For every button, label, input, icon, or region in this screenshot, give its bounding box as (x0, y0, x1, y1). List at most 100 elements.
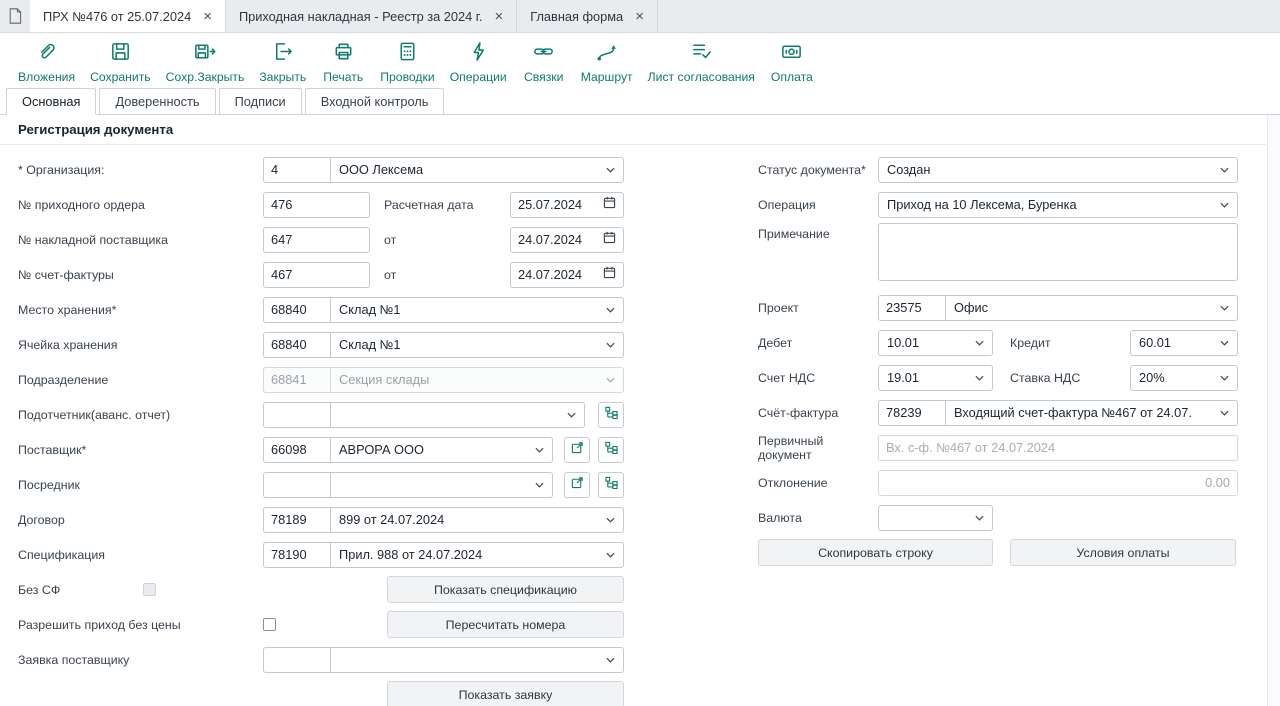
contract-value: 899 от 24.07.2024 (339, 512, 600, 527)
invoice-date-label: от (370, 268, 510, 282)
tab-power-of-attorney[interactable]: Доверенность (99, 88, 215, 114)
save-close-label: Сохр.Закрыть (166, 70, 245, 84)
operations-button[interactable]: Операции (450, 40, 507, 84)
contract-select[interactable]: 899 от 24.07.2024 (330, 507, 624, 533)
links-button[interactable]: Связки (522, 40, 566, 84)
intermediary-open-button[interactable] (564, 472, 590, 498)
project-code-input[interactable] (878, 295, 946, 321)
route-icon (595, 40, 618, 68)
order-no-input[interactable] (263, 192, 370, 218)
open-document-icon (571, 441, 584, 459)
chevron-down-icon (1220, 202, 1229, 208)
accountable-label: Подотчетник(аванс. отчет) (18, 408, 263, 422)
supplier-value: АВРОРА ООО (339, 442, 529, 457)
payment-button[interactable]: Оплата (770, 40, 814, 84)
supplier-tree-button[interactable] (598, 437, 624, 463)
accountable-code-input[interactable] (263, 402, 331, 428)
specification-select[interactable]: Прил. 988 от 24.07.2024 (330, 542, 624, 568)
close-button[interactable]: Закрыть (259, 40, 306, 84)
close-tab-icon[interactable]: × (494, 9, 503, 24)
storage-cell-label: Ячейка хранения (18, 338, 263, 352)
vat-rate-select[interactable]: 20% (1130, 365, 1238, 391)
supplier-invoice-date-input[interactable]: 24.07.2024 (510, 227, 624, 253)
close-tab-icon[interactable]: × (635, 9, 644, 24)
field-row-supplier-request: Заявка поставщику (18, 642, 624, 677)
intermediary-select[interactable] (330, 472, 553, 498)
save-icon (109, 40, 132, 68)
window-tabbar: ПРХ №476 от 25.07.2024 × Приходная накла… (0, 0, 1280, 33)
route-button[interactable]: Маршрут (581, 40, 633, 84)
supplier-request-select[interactable] (330, 647, 624, 673)
approval-sheet-button[interactable]: Лист согласования (648, 40, 755, 84)
field-row-currency: Валюта (758, 500, 1238, 535)
storage-place-select[interactable]: Склад №1 (330, 297, 624, 323)
close-tab-icon[interactable]: × (203, 9, 212, 24)
supplier-open-button[interactable] (564, 437, 590, 463)
storage-place-code-input[interactable] (263, 297, 331, 323)
supplier-request-code-input[interactable] (263, 647, 331, 673)
vertical-scrollbar[interactable] (1267, 115, 1280, 706)
save-button[interactable]: Сохранить (90, 40, 151, 84)
invoice-no-input[interactable] (263, 262, 370, 288)
row-right-buttons: Скопировать строку Условия оплаты (758, 535, 1238, 570)
payment-terms-button[interactable]: Условия оплаты (1010, 539, 1236, 566)
organization-code-input[interactable] (263, 157, 331, 183)
field-row-organization: * Организация: ООО Лексема (18, 152, 624, 187)
show-request-button[interactable]: Показать заявку (387, 681, 624, 706)
settlement-date-label: Расчетная дата (370, 198, 510, 212)
no-sf-checkbox (143, 583, 156, 596)
vat-account-select[interactable]: 19.01 (878, 365, 993, 391)
allow-no-price-checkbox[interactable] (263, 618, 276, 631)
storage-cell-code-input[interactable] (263, 332, 331, 358)
status-value: Создан (887, 162, 1214, 177)
intermediary-code-input[interactable] (263, 472, 331, 498)
settlement-date-input[interactable]: 25.07.2024 (510, 192, 624, 218)
debit-label: Дебет (758, 336, 878, 350)
tab-signatures[interactable]: Подписи (219, 88, 302, 114)
debit-select[interactable]: 10.01 (878, 330, 993, 356)
accountable-tree-button[interactable] (598, 402, 624, 428)
credit-select[interactable]: 60.01 (1130, 330, 1238, 356)
field-row-supplier-invoice-no: № накладной поставщика от 24.07.2024 (18, 222, 624, 257)
project-select[interactable]: Офис (945, 295, 1238, 321)
invoice-date-input[interactable]: 24.07.2024 (510, 262, 624, 288)
supplier-select[interactable]: АВРОРА ООО (330, 437, 553, 463)
tab-input-control[interactable]: Входной контроль (305, 88, 445, 114)
storage-cell-select[interactable]: Склад №1 (330, 332, 624, 358)
save-close-button[interactable]: Сохр.Закрыть (166, 40, 245, 84)
invoice-doc-code-input[interactable] (878, 400, 946, 426)
postings-button[interactable]: Проводки (380, 40, 434, 84)
note-textarea[interactable] (878, 223, 1238, 281)
contract-code-input[interactable] (263, 507, 331, 533)
status-select[interactable]: Создан (878, 157, 1238, 183)
intermediary-tree-button[interactable] (598, 472, 624, 498)
organization-value: ООО Лексема (339, 162, 600, 177)
accountable-select[interactable] (330, 402, 585, 428)
supplier-code-input[interactable] (263, 437, 331, 463)
tab-main[interactable]: Основная (6, 88, 96, 115)
show-specification-button[interactable]: Показать спецификацию (387, 576, 624, 603)
primary-doc-label: Первичный документ (758, 434, 878, 462)
operation-select[interactable]: Приход на 10 Лексема, Буренка (878, 192, 1238, 218)
recalculate-numbers-button[interactable]: Пересчитать номера (387, 611, 624, 638)
specification-code-input[interactable] (263, 542, 331, 568)
field-row-storage-place: Место хранения* Склад №1 (18, 292, 624, 327)
currency-select[interactable] (878, 505, 993, 531)
window-tab-registry[interactable]: Приходная накладная - Реестр за 2024 г. … (226, 0, 517, 32)
window-tab-title: Главная форма (530, 9, 623, 24)
invoice-doc-select[interactable]: Входящий счет-фактура №467 от 24.07. (945, 400, 1238, 426)
settlement-date-value: 25.07.2024 (518, 197, 599, 212)
supplier-invoice-date-value: 24.07.2024 (518, 232, 599, 247)
copy-row-button[interactable]: Скопировать строку (758, 539, 993, 566)
chevron-down-icon (567, 412, 576, 418)
attachments-button[interactable]: Вложения (18, 40, 75, 84)
print-button[interactable]: Печать (321, 40, 365, 84)
field-row-department: Подразделение Секция склады (18, 362, 624, 397)
supplier-invoice-no-input[interactable] (263, 227, 370, 253)
window-tab-mainform[interactable]: Главная форма × (517, 0, 658, 32)
organization-select[interactable]: ООО Лексема (330, 157, 624, 183)
project-label: Проект (758, 301, 878, 315)
chevron-down-icon (975, 340, 984, 346)
storage-place-label: Место хранения* (18, 303, 263, 317)
window-tab-document[interactable]: ПРХ №476 от 25.07.2024 × (30, 0, 226, 32)
